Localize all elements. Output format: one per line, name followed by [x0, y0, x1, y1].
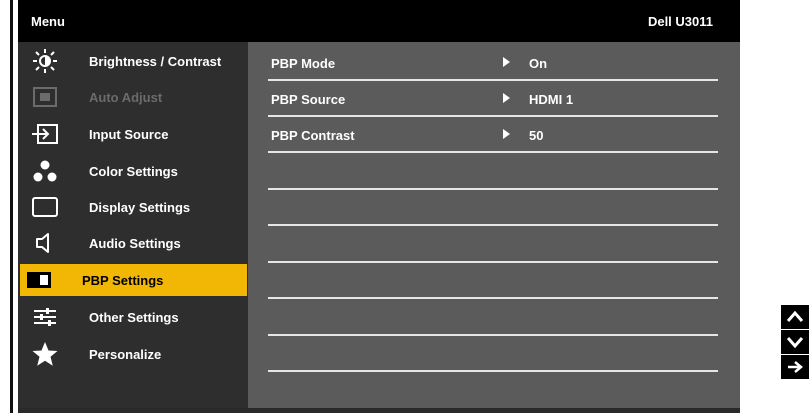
other-settings-icon	[30, 304, 60, 330]
sidebar-item-personalize[interactable]: Personalize	[18, 337, 248, 371]
row-divider	[268, 151, 718, 153]
sidebar-item-label: PBP Settings	[82, 273, 164, 288]
setting-row-empty	[268, 227, 718, 263]
setting-row-empty	[268, 300, 718, 336]
sidebar-item-brightness-contrast[interactable]: Brightness / Contrast	[18, 44, 248, 78]
setting-row-empty	[268, 263, 718, 299]
sidebar-item-auto-adjust[interactable]: Auto Adjust	[18, 80, 248, 114]
down-arrow-button[interactable]	[781, 330, 809, 354]
row-divider	[268, 370, 718, 372]
sidebar-item-label: Color Settings	[89, 164, 178, 179]
submenu-panel: PBP Mode On PBP Source HDMI 1 PBP Contra…	[248, 42, 740, 408]
sidebar-item-label: Auto Adjust	[89, 90, 163, 105]
row-divider	[268, 224, 718, 226]
sidebar-item-label: Audio Settings	[89, 236, 181, 251]
setting-value: HDMI 1	[529, 92, 574, 107]
pbp-icon	[24, 267, 54, 293]
input-source-icon	[30, 121, 60, 147]
sidebar-item-display-settings[interactable]: Display Settings	[18, 190, 248, 224]
osd-footer	[18, 408, 740, 413]
setting-row-empty	[268, 336, 718, 372]
setting-row-empty	[268, 154, 718, 190]
setting-label: PBP Mode	[271, 56, 336, 71]
arrow-right-icon	[503, 57, 510, 67]
up-arrow-icon	[786, 310, 804, 322]
sidebar-item-label: Other Settings	[89, 310, 179, 325]
arrow-right-icon	[503, 129, 510, 139]
sidebar-item-label: Input Source	[89, 127, 169, 142]
sidebar-item-audio-settings[interactable]: Audio Settings	[18, 226, 248, 260]
menu-header: Menu Dell U3011	[18, 0, 740, 42]
color-settings-icon	[30, 158, 60, 184]
setting-value: On	[529, 56, 548, 71]
setting-row-empty	[268, 190, 718, 226]
auto-adjust-icon	[30, 84, 60, 110]
setting-row-pbp-contrast[interactable]: PBP Contrast 50	[268, 117, 718, 153]
sidebar-item-input-source[interactable]: Input Source	[18, 117, 248, 151]
up-arrow-button[interactable]	[781, 305, 809, 329]
monitor-model: Dell U3011	[647, 14, 713, 29]
arrow-right-icon	[503, 93, 510, 103]
display-settings-icon	[30, 194, 60, 220]
brightness-icon	[30, 48, 60, 74]
sidebar-item-pbp-settings[interactable]: PBP Settings	[20, 264, 247, 296]
setting-label: PBP Contrast	[271, 128, 355, 143]
screen-edge	[10, 0, 13, 413]
sidebar-item-label: Brightness / Contrast	[89, 54, 222, 69]
setting-row-pbp-mode[interactable]: PBP Mode On	[268, 45, 718, 81]
enter-arrow-icon	[788, 361, 803, 373]
menu-title: Menu	[31, 14, 65, 29]
star-icon	[30, 341, 60, 367]
audio-icon	[30, 230, 60, 256]
row-divider	[268, 297, 718, 299]
down-arrow-icon	[786, 337, 804, 349]
osd-menu: Menu Dell U3011 Brightness / Contrast Au…	[18, 0, 740, 413]
sidebar: Brightness / Contrast Auto Adjust Input …	[18, 42, 248, 408]
sidebar-item-other-settings[interactable]: Other Settings	[18, 300, 248, 334]
sidebar-item-label: Display Settings	[89, 200, 191, 215]
enter-arrow-button[interactable]	[781, 355, 809, 379]
sidebar-item-label: Personalize	[89, 347, 162, 362]
setting-label: PBP Source	[271, 92, 346, 107]
sidebar-item-color-settings[interactable]: Color Settings	[18, 154, 248, 188]
setting-value: 50	[529, 128, 544, 143]
setting-row-pbp-source[interactable]: PBP Source HDMI 1	[268, 81, 718, 117]
